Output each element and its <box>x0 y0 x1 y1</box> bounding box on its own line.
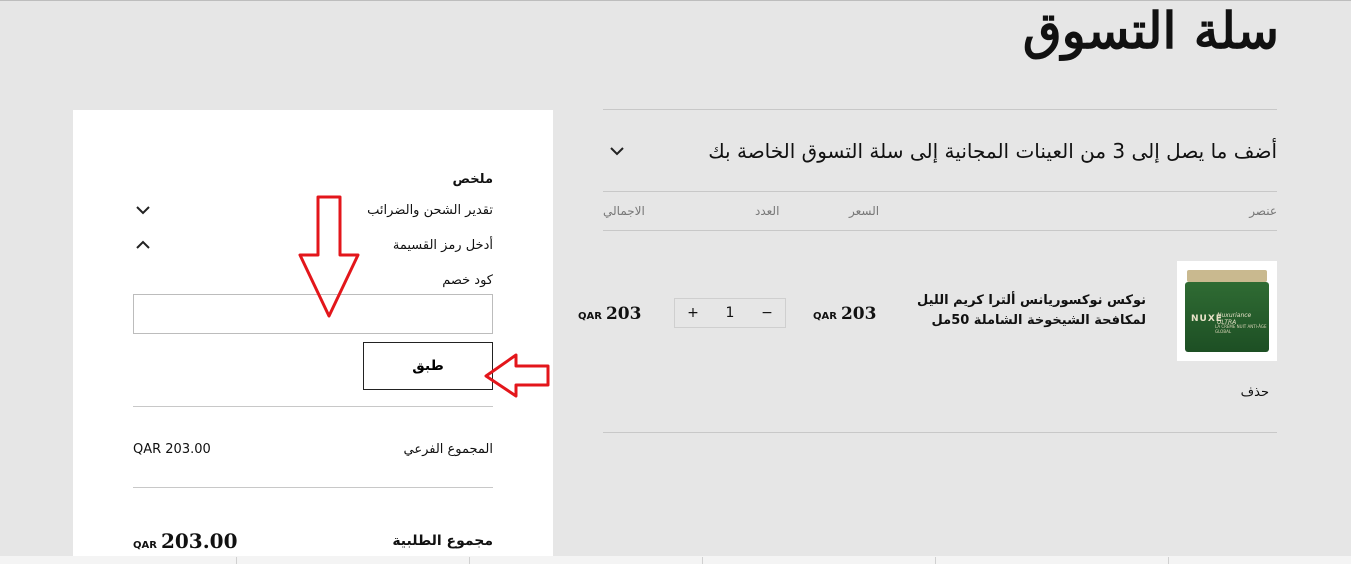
coupon-toggle[interactable]: أدخل رمز القسيمة <box>133 235 493 255</box>
free-samples-text: أضف ما يصل إلى 3 من العينات المجانية إلى… <box>708 139 1277 163</box>
order-total-value: 203.00 <box>160 529 238 553</box>
column-header-total: الاجمالي <box>603 204 645 218</box>
shipping-estimate-toggle[interactable]: تقدير الشحن والضرائب <box>133 200 493 220</box>
unit-price: QAR 203 <box>813 304 876 324</box>
subtotal-value: QAR 203.00 <box>133 441 211 457</box>
summary-heading: ملخص <box>452 172 493 187</box>
remove-item-link[interactable]: حذف <box>1241 385 1269 400</box>
coupon-label: أدخل رمز القسيمة <box>392 237 493 253</box>
minus-button[interactable]: − <box>749 305 785 321</box>
page-title: سلة التسوق <box>1022 1 1279 60</box>
chevron-down-icon <box>133 200 153 220</box>
strip-tick <box>469 557 470 564</box>
bottom-strip <box>0 556 1351 564</box>
column-header-price: السعر <box>849 204 880 218</box>
total-value: 203 <box>605 304 642 324</box>
quantity-value[interactable]: 1 <box>712 305 748 321</box>
subtotal-label: المجموع الفرعي <box>403 441 493 457</box>
product-caption: LA CRÈME NUIT ANTI-ÂGE GLOBAL <box>1215 324 1267 334</box>
strip-tick <box>1168 557 1169 564</box>
plus-button[interactable]: + <box>675 305 711 321</box>
product-jar: NUXE Nuxuriance ULTRA LA CRÈME NUIT ANTI… <box>1185 270 1269 352</box>
strip-tick <box>702 557 703 564</box>
order-total-label: مجموع الطلبية <box>392 533 493 549</box>
jar-lid <box>1187 270 1267 282</box>
shipping-estimate-label: تقدير الشحن والضرائب <box>367 202 493 218</box>
summary-divider <box>133 487 493 488</box>
chevron-up-icon <box>133 235 153 255</box>
order-total-currency: QAR <box>133 540 157 551</box>
jar-body: NUXE Nuxuriance ULTRA LA CRÈME NUIT ANTI… <box>1185 282 1269 352</box>
order-summary-panel: ملخص تقدير الشحن والضرائب أدخل رمز القسي… <box>73 110 553 564</box>
order-total-row: QAR 203.00 مجموع الطلبية <box>133 528 493 554</box>
column-header-quantity: العدد <box>755 204 780 218</box>
product-image[interactable]: NUXE Nuxuriance ULTRA LA CRÈME NUIT ANTI… <box>1177 261 1277 361</box>
subtotal-row: QAR 203.00 المجموع الفرعي <box>133 438 493 460</box>
quantity-stepper: + 1 − <box>674 298 786 328</box>
discount-code-label: كود خصم <box>442 273 493 288</box>
line-total: QAR 203 <box>578 304 641 324</box>
product-name-link[interactable]: نوكس نوكسوريانس ألترا كريم الليل لمكافحة… <box>876 291 1146 331</box>
price-value: 203 <box>840 304 877 324</box>
cart-divider <box>603 432 1277 433</box>
price-currency: QAR <box>813 311 837 322</box>
discount-code-input[interactable] <box>133 294 493 334</box>
column-header-item: عنصر <box>1249 204 1277 218</box>
cart-divider <box>603 191 1277 192</box>
cart-section: أضف ما يصل إلى 3 من العينات المجانية إلى… <box>578 109 1277 434</box>
strip-tick <box>935 557 936 564</box>
order-total-value-wrap: QAR 203.00 <box>133 529 238 553</box>
chevron-down-icon <box>607 141 627 161</box>
free-samples-toggle[interactable]: أضف ما يصل إلى 3 من العينات المجانية إلى… <box>603 110 1277 192</box>
cart-divider <box>603 230 1277 231</box>
summary-divider <box>133 406 493 407</box>
strip-tick <box>236 557 237 564</box>
apply-button[interactable]: طبق <box>363 342 493 390</box>
total-currency: QAR <box>578 311 602 322</box>
